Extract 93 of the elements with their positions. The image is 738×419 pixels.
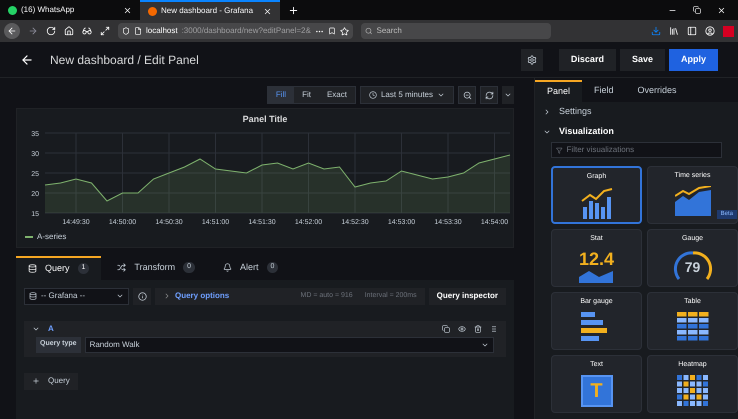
legend-label: A-series <box>37 230 66 242</box>
restore-icon[interactable] <box>693 6 701 14</box>
filter-input[interactable]: Filter visualizations <box>566 144 717 156</box>
close-icon[interactable] <box>123 6 132 14</box>
gauge-icon <box>672 248 712 282</box>
expand-icon[interactable] <box>100 26 110 36</box>
area-chart-icon <box>579 268 614 282</box>
library-icon[interactable] <box>669 26 679 36</box>
database-icon <box>29 292 37 300</box>
refresh-menu-button[interactable] <box>502 86 514 104</box>
header-button[interactable]: Apply <box>668 48 718 70</box>
expand-icon[interactable] <box>543 108 551 116</box>
browser-tab[interactable]: (16) WhatsApp <box>0 0 140 20</box>
mask-icon[interactable] <box>82 26 92 36</box>
shield-icon <box>122 27 130 35</box>
sidebar-icon[interactable] <box>687 26 697 36</box>
settings-icon <box>526 54 537 64</box>
url-host: localhost <box>146 25 178 37</box>
url-path: :3000/dashboard/new?editPanel=2& <box>182 25 311 37</box>
search-field[interactable]: Search <box>361 23 551 39</box>
stat-value: 12.4 <box>578 248 614 268</box>
eye-icon[interactable] <box>458 324 466 332</box>
table-icon <box>676 312 708 342</box>
time-range-picker[interactable]: Last 5 minutes <box>360 86 454 104</box>
filter-field[interactable]: Filter visualizations <box>551 142 722 158</box>
query-type-value: Random Walk <box>90 338 140 350</box>
browser-tab[interactable]: New dashboard - Grafana <box>140 0 280 20</box>
chevron-icon <box>163 292 171 300</box>
reload-icon[interactable] <box>46 26 56 36</box>
datasource-name: -- Grafana -- <box>41 290 86 302</box>
tab-favicon-icon <box>8 6 17 14</box>
filter-icon <box>556 146 563 154</box>
page-title: New dashboard / Edit Panel <box>50 52 200 68</box>
search-input[interactable]: Search <box>376 25 547 37</box>
download-icon[interactable] <box>651 26 661 36</box>
tab-favicon-icon <box>148 6 157 16</box>
settings-button[interactable] <box>520 48 543 70</box>
bar-line-chart-icon <box>580 186 614 218</box>
header-button[interactable]: Save <box>620 48 665 70</box>
close-icon[interactable] <box>717 6 726 14</box>
bell-icon <box>223 263 232 272</box>
refresh-icon <box>484 90 494 100</box>
collapse-icon[interactable] <box>543 128 551 136</box>
tab-title: New dashboard - Grafana <box>161 5 254 17</box>
back-button[interactable] <box>4 23 20 39</box>
header-button[interactable]: Discard <box>558 48 616 70</box>
star-icon[interactable] <box>340 26 349 36</box>
zoom-out-button[interactable] <box>458 86 476 104</box>
home-icon[interactable] <box>64 26 74 36</box>
close-icon[interactable] <box>263 6 272 16</box>
caret-icon <box>437 91 445 99</box>
gauge-value: 79 <box>684 258 700 277</box>
extension-icon[interactable] <box>723 26 734 36</box>
editor-tab[interactable]: Overrides <box>626 80 689 102</box>
mode-button[interactable]: Exact <box>318 87 355 103</box>
trash-icon[interactable] <box>474 324 482 332</box>
tab-title: (16) WhatsApp <box>21 4 76 16</box>
info-button[interactable] <box>133 288 151 304</box>
heatmap-icon <box>676 374 708 406</box>
search-icon <box>365 27 372 35</box>
shuffle-icon <box>117 263 126 272</box>
query-options-toggle[interactable]: Query options <box>163 290 289 302</box>
section-title[interactable]: Visualization <box>559 125 614 139</box>
query-ref: A <box>48 322 55 334</box>
query-inspector-button[interactable]: Query inspector <box>428 288 506 304</box>
datasource-picker[interactable]: -- Grafana -- <box>24 288 129 304</box>
account-icon[interactable] <box>705 26 715 36</box>
editor-tab[interactable]: Panel <box>535 80 582 102</box>
refresh-button[interactable] <box>480 86 498 104</box>
add-query-button[interactable]: Query <box>24 372 78 390</box>
pocket-icon[interactable] <box>328 27 336 35</box>
duplicate-icon[interactable] <box>442 324 450 332</box>
database-icon <box>28 264 37 273</box>
address-bar[interactable]: localhost :3000/dashboard/new?editPanel=2& <box>118 23 353 39</box>
query-type-select[interactable]: Random Walk <box>84 336 494 352</box>
zoom-out-icon <box>462 90 472 100</box>
area-chart-icon <box>674 186 710 216</box>
forward-icon[interactable] <box>28 26 38 36</box>
info-icon <box>138 292 146 300</box>
mode-button[interactable]: Fit <box>294 87 319 103</box>
page-icon <box>134 27 142 35</box>
caret-icon <box>504 91 512 99</box>
plus-icon <box>32 377 40 385</box>
clock-icon <box>368 91 377 99</box>
mode-button[interactable]: Fill <box>268 87 294 103</box>
text-letter: T <box>590 378 603 404</box>
editor-tab[interactable]: Field <box>582 80 626 102</box>
caret-icon <box>116 292 124 300</box>
new-tab-icon[interactable] <box>288 4 299 16</box>
drag-handle-icon[interactable] <box>490 324 498 332</box>
panel-title: Panel Title <box>242 113 288 126</box>
section-title[interactable]: Settings <box>559 105 592 119</box>
back-arrow-icon <box>7 26 17 36</box>
